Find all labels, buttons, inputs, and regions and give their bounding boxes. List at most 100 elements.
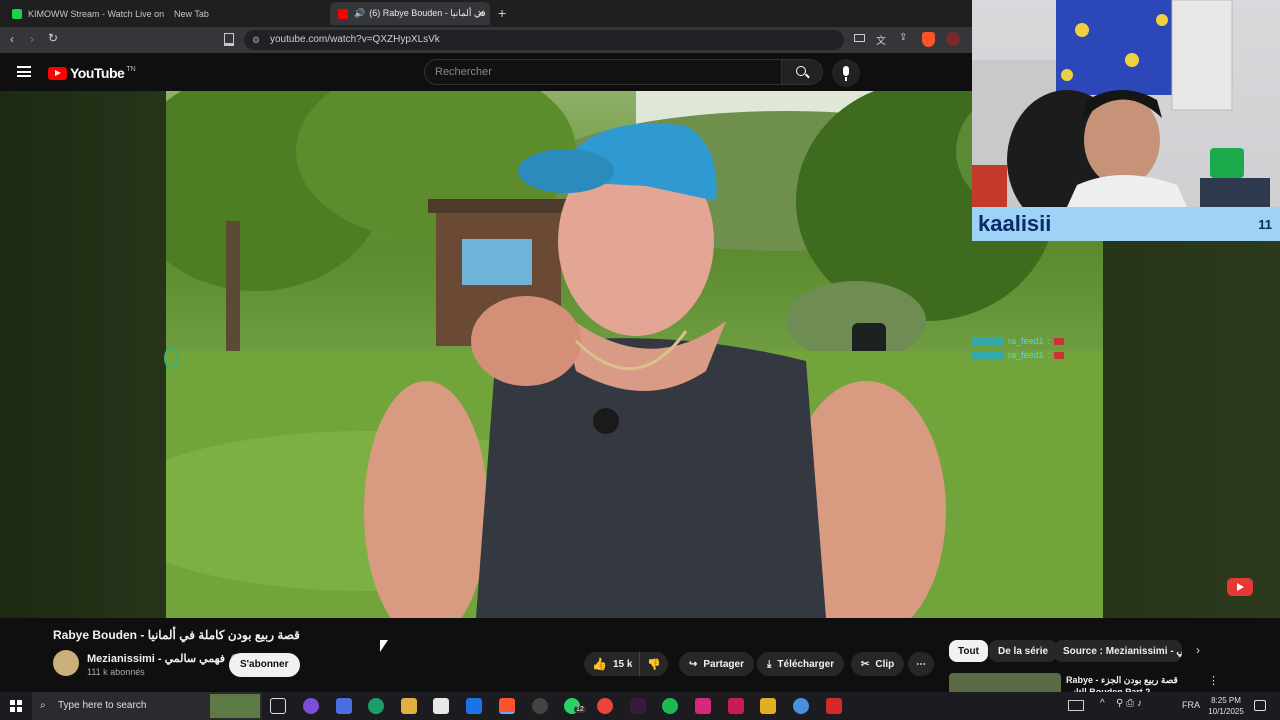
recommendation-title[interactable]: Rabye - قصة ربيع بودن الجزء الثاني Boude… bbox=[1066, 674, 1196, 692]
whatsapp-badge: 12 bbox=[574, 706, 586, 713]
brave-icon[interactable] bbox=[499, 698, 515, 714]
url-text: youtube.com/watch?v=QXZHypXLsVk bbox=[270, 34, 440, 45]
site-info-icon[interactable]: ⚙ bbox=[252, 30, 260, 50]
file-explorer-icon[interactable] bbox=[401, 698, 417, 714]
whatsapp-icon[interactable]: 12 bbox=[564, 698, 586, 714]
search-button[interactable] bbox=[781, 59, 823, 85]
chat-text: : bbox=[1047, 350, 1051, 360]
forward-icon[interactable]: › bbox=[30, 32, 34, 46]
close-tab-icon[interactable]: × bbox=[478, 8, 484, 20]
edge-icon[interactable] bbox=[368, 698, 384, 714]
keyboard-icon[interactable] bbox=[1068, 700, 1084, 711]
stream-chat: ra_feed1 : ra_feed1 : bbox=[972, 334, 1102, 364]
subscriber-count: 111 k abonnés bbox=[87, 667, 145, 677]
recommendation-menu-icon[interactable]: ⋮ bbox=[1208, 674, 1219, 687]
vegas-icon[interactable] bbox=[630, 698, 646, 714]
download-label: Télécharger bbox=[777, 658, 835, 670]
chat-badges-icon bbox=[972, 351, 1004, 359]
video-frame[interactable] bbox=[166, 91, 1103, 618]
subscribe-button[interactable]: S'abonner bbox=[229, 653, 300, 677]
spotify-icon[interactable] bbox=[662, 698, 678, 714]
chip-all[interactable]: Tout bbox=[949, 640, 988, 662]
channel-avatar[interactable] bbox=[53, 650, 79, 676]
more-actions-button[interactable]: ⋯ bbox=[908, 652, 934, 676]
translate-icon[interactable]: 文 bbox=[876, 32, 886, 47]
chrome-profile-icon[interactable] bbox=[793, 698, 809, 714]
scissors-icon: ✂ bbox=[861, 658, 870, 670]
search-input[interactable]: Rechercher bbox=[424, 59, 782, 85]
youtube-logo[interactable]: YouTube TN bbox=[48, 65, 136, 81]
video-scene bbox=[166, 91, 1103, 618]
dislike-button[interactable]: 👎 bbox=[640, 652, 668, 676]
chrome-icon[interactable] bbox=[597, 698, 613, 714]
recommendation-thumbnail[interactable] bbox=[949, 673, 1061, 692]
download-button[interactable]: ⤓ Télécharger bbox=[757, 652, 845, 676]
system-tray-icons[interactable]: ⚲ ⎙ ♪ bbox=[1116, 698, 1142, 709]
thumbs-up-icon: 👍 bbox=[592, 657, 607, 671]
subscribe-watermark-icon[interactable] bbox=[1227, 578, 1253, 596]
browser-tab-strip: KIMOWW Stream - Watch Live on Ki New Tab… bbox=[0, 0, 972, 27]
flag-icon bbox=[1054, 351, 1065, 359]
brave-rewards-icon[interactable] bbox=[946, 32, 960, 46]
windows-taskbar: ⌕ Type here to search 12 ^ ⚲ ⎙ ♪ FRA 8:2… bbox=[0, 692, 1280, 720]
taskbar-search-placeholder: Type here to search bbox=[58, 700, 147, 711]
back-icon[interactable]: ‹ bbox=[10, 32, 14, 46]
voice-search-button[interactable] bbox=[832, 59, 860, 87]
chat-text: : bbox=[1047, 336, 1051, 346]
cast-icon[interactable] bbox=[854, 34, 865, 42]
bookmark-icon[interactable] bbox=[224, 33, 234, 46]
new-tab-button[interactable]: + bbox=[498, 5, 506, 21]
notifications-icon[interactable] bbox=[1254, 700, 1266, 711]
search-highlight-image bbox=[210, 694, 260, 718]
vivaldi-icon[interactable] bbox=[728, 698, 744, 714]
youtube-masthead: YouTube TN Rechercher bbox=[0, 53, 972, 91]
reload-icon[interactable]: ↻ bbox=[48, 31, 58, 45]
speaker-icon[interactable]: 🔊 bbox=[354, 8, 365, 19]
tab-youtube[interactable]: 🔊 (6) Rabye Bouden - في ألمانيا × bbox=[330, 2, 490, 25]
chat-user: ra_feed1 bbox=[1008, 336, 1044, 346]
chip-source[interactable]: Source : Mezianissimi - سالمي bbox=[1054, 640, 1182, 662]
brave-shield-icon[interactable] bbox=[922, 32, 935, 47]
apps-icon[interactable] bbox=[336, 698, 352, 714]
tab-label: KIMOWW Stream - Watch Live on Ki bbox=[28, 8, 164, 19]
clock[interactable]: 8:25 PM 10/1/2025 bbox=[1204, 695, 1248, 717]
address-bar[interactable]: ⚙ youtube.com/watch?v=QXZHypXLsVk bbox=[244, 30, 844, 50]
browser-toolbar: ‹ › ↻ ⚙ youtube.com/watch?v=QXZHypXLsVk … bbox=[0, 27, 972, 53]
channel-name[interactable]: Mezianissimi - فهمي سالمي bbox=[87, 652, 240, 665]
store-icon[interactable] bbox=[433, 698, 449, 714]
chevron-right-icon[interactable]: › bbox=[1196, 643, 1200, 657]
like-dislike-group: 👍 15 k 👎 bbox=[584, 652, 668, 676]
outlook-icon[interactable] bbox=[466, 698, 482, 714]
steam-icon[interactable] bbox=[532, 698, 548, 714]
show-hidden-icons-icon[interactable]: ^ bbox=[1100, 698, 1105, 709]
flag-icon bbox=[1054, 337, 1065, 345]
windows-start-icon[interactable] bbox=[10, 700, 22, 712]
tab-new-tab[interactable]: New Tab bbox=[166, 2, 326, 25]
overlay-marker bbox=[164, 347, 178, 369]
share-button[interactable]: ↪ Partager bbox=[679, 652, 754, 676]
video-details: Rabye Bouden - قصة ربيع بودن كاملة في أل… bbox=[0, 618, 1280, 692]
menu-icon[interactable] bbox=[17, 66, 31, 77]
clip-label: Clip bbox=[875, 658, 895, 670]
instagram-icon[interactable] bbox=[695, 698, 711, 714]
chip-series[interactable]: De la série bbox=[989, 640, 1058, 662]
tab-kimoww[interactable]: KIMOWW Stream - Watch Live on Ki bbox=[4, 2, 164, 25]
download-icon: ⤓ bbox=[767, 658, 772, 670]
copilot-icon[interactable] bbox=[303, 698, 319, 714]
app-icon[interactable] bbox=[760, 698, 776, 714]
webcam-scene bbox=[972, 0, 1270, 207]
chat-message: ra_feed1 : bbox=[972, 334, 1102, 348]
microphone-icon bbox=[843, 66, 849, 76]
mouse-cursor-icon bbox=[380, 640, 388, 652]
language-indicator[interactable]: FRA bbox=[1182, 700, 1200, 710]
share-icon[interactable]: ⇪ bbox=[899, 32, 907, 43]
like-button[interactable]: 👍 15 k bbox=[584, 652, 640, 676]
task-view-icon[interactable] bbox=[270, 698, 286, 714]
red-app-icon[interactable] bbox=[826, 698, 842, 714]
clip-button[interactable]: ✂ Clip bbox=[851, 652, 905, 676]
streamer-webcam bbox=[972, 0, 1280, 207]
chat-badges-icon bbox=[972, 337, 1004, 345]
tab-label: (6) Rabye Bouden - في ألمانيا bbox=[369, 8, 486, 18]
share-label: Partager bbox=[703, 658, 744, 670]
taskbar-search-input[interactable]: ⌕ Type here to search bbox=[32, 692, 262, 720]
